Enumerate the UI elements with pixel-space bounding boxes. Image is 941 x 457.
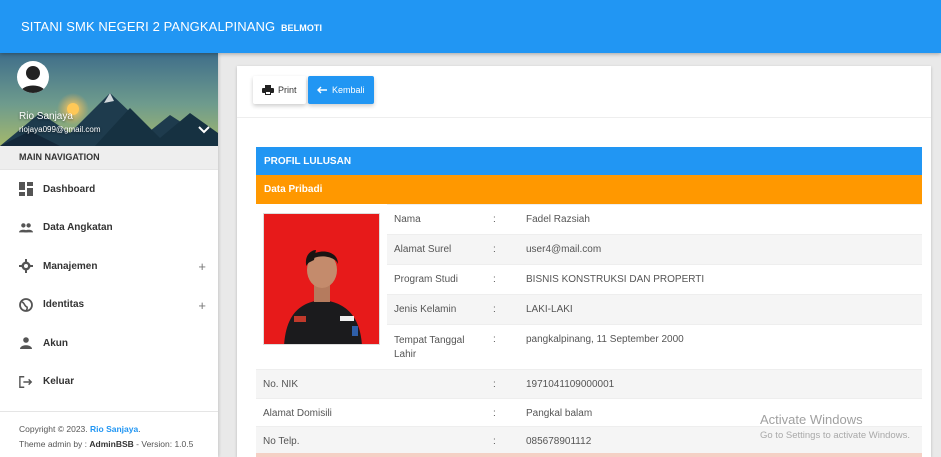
- sidebar-item-label: Manajemen: [43, 260, 98, 272]
- activate-windows-title: Activate Windows: [760, 412, 863, 427]
- field-label: Alamat Surel: [394, 244, 452, 255]
- field-separator: :: [493, 244, 496, 255]
- sidebar-item-label: Data Angkatan: [43, 222, 113, 234]
- field-label-line2: Lahir: [394, 349, 417, 360]
- sidebar-item-akun[interactable]: Akun: [0, 324, 218, 363]
- profile-row-ttl: Tempat Tanggal Lahir : pangkalpinang, 11…: [387, 324, 922, 369]
- people-icon: [19, 221, 33, 235]
- gear-icon: [19, 259, 33, 274]
- arrow-left-icon: [317, 86, 328, 94]
- top-navbar: SITANI SMK NEGERI 2 PANGKALPINANG BELMOT…: [0, 0, 941, 53]
- theme-prefix: Theme admin by :: [19, 439, 88, 449]
- version-text: - Version: 1.0.5: [136, 439, 194, 449]
- field-value: user4@mail.com: [526, 244, 602, 255]
- field-value: 1971041109000001: [526, 379, 615, 390]
- sidebar-item-identitas[interactable]: Identitas +: [0, 286, 218, 325]
- back-button[interactable]: Kembali: [308, 76, 374, 104]
- field-value: 085678901112: [526, 436, 592, 447]
- logout-icon: [19, 375, 33, 389]
- profile-row-nik: No. NIK : 1971041109000001: [256, 369, 922, 398]
- field-label: Tempat Tanggal Lahir: [394, 334, 464, 362]
- profile-row-jenis-kelamin: Jenis Kelamin : LAKI-LAKI: [387, 294, 922, 324]
- photo-cell: [256, 204, 387, 365]
- field-label: Alamat Domisili: [263, 408, 332, 419]
- expand-plus-icon[interactable]: +: [198, 259, 206, 274]
- printer-icon: [262, 85, 274, 95]
- user-name: Rio Sanjaya: [19, 111, 73, 122]
- globe-icon: [19, 297, 33, 312]
- next-section-edge: [256, 453, 922, 457]
- profile-row-nama: Nama : Fadel Razsiah: [387, 204, 922, 234]
- field-value: LAKI-LAKI: [526, 304, 573, 315]
- copyright-author-link[interactable]: Rio Sanjaya: [90, 424, 138, 434]
- print-label: Print: [278, 85, 297, 95]
- profile-photo: [263, 213, 380, 345]
- field-value: Pangkal balam: [526, 408, 593, 419]
- field-separator: :: [493, 304, 496, 315]
- sidebar-item-data-angkatan[interactable]: Data Angkatan: [0, 209, 218, 248]
- user-info-panel: Rio Sanjaya riojaya099@gmail.com: [0, 53, 218, 146]
- expand-plus-icon[interactable]: +: [198, 298, 206, 313]
- copyright-prefix: Copyright © 2023.: [19, 424, 88, 434]
- field-label: Jenis Kelamin: [394, 304, 457, 315]
- user-menu-caret-icon[interactable]: [198, 125, 210, 137]
- dashboard-icon: [19, 182, 33, 197]
- field-value: Fadel Razsiah: [526, 214, 590, 225]
- app-title-text: SITANI SMK NEGERI 2 PANGKALPINANG: [21, 19, 276, 34]
- sidebar-item-keluar[interactable]: Keluar: [0, 363, 218, 402]
- section-title: Data Pribadi: [256, 175, 922, 204]
- sidebar-item-label: Keluar: [43, 376, 75, 388]
- profile-row-email: Alamat Surel : user4@mail.com: [387, 234, 922, 264]
- field-separator: :: [493, 436, 496, 447]
- person-icon: [19, 336, 33, 350]
- sidebar-item-manajemen[interactable]: Manajemen +: [0, 247, 218, 286]
- sidebar-item-dashboard[interactable]: Dashboard: [0, 170, 218, 209]
- field-separator: :: [493, 408, 496, 419]
- app-title[interactable]: SITANI SMK NEGERI 2 PANGKALPINANG BELMOT…: [21, 19, 322, 34]
- sidebar-footer: Copyright © 2023. Rio Sanjaya. Theme adm…: [0, 411, 218, 452]
- field-label: Nama: [394, 214, 421, 225]
- app-title-suffix: BELMOTI: [280, 23, 323, 33]
- sidebar-item-label: Identitas: [43, 299, 85, 311]
- field-separator: :: [493, 379, 496, 390]
- back-label: Kembali: [332, 85, 365, 95]
- field-value: pangkalpinang, 11 September 2000: [526, 334, 684, 345]
- sidebar-item-label: Dashboard: [43, 183, 96, 195]
- copyright-suffix: .: [138, 424, 141, 434]
- field-label-line1: Tempat Tanggal: [394, 335, 465, 346]
- sidebar-item-label: Akun: [43, 337, 68, 349]
- field-separator: :: [493, 214, 496, 225]
- theme-name: AdminBSB: [89, 439, 134, 449]
- field-separator: :: [493, 274, 496, 285]
- print-button[interactable]: Print: [253, 76, 306, 104]
- card-header: Print Kembali: [237, 66, 931, 118]
- field-label: No Telp.: [263, 436, 300, 447]
- theme-credit: Theme admin by : AdminBSB - Version: 1.0…: [19, 437, 218, 452]
- field-label: No. NIK: [263, 379, 299, 390]
- profile-row-program-studi: Program Studi : BISNIS KONSTRUKSI DAN PR…: [387, 264, 922, 294]
- user-avatar-icon: [20, 66, 46, 93]
- sidebar: Rio Sanjaya riojaya099@gmail.com MAIN NA…: [0, 53, 218, 457]
- nav-header: MAIN NAVIGATION: [0, 146, 218, 170]
- profile-card: Print Kembali PROFIL LULUSAN Data Pribad…: [237, 66, 931, 457]
- profile-title: PROFIL LULUSAN: [256, 147, 922, 175]
- field-value: BISNIS KONSTRUKSI DAN PROPERTI: [526, 274, 705, 285]
- field-separator: :: [493, 334, 496, 345]
- graduate-photo-image: [264, 214, 379, 344]
- avatar[interactable]: [17, 61, 49, 93]
- user-email: riojaya099@gmail.com: [19, 125, 101, 134]
- copyright: Copyright © 2023. Rio Sanjaya.: [19, 422, 218, 437]
- activate-windows-subtitle: Go to Settings to activate Windows.: [760, 430, 910, 441]
- field-label: Program Studi: [394, 274, 458, 285]
